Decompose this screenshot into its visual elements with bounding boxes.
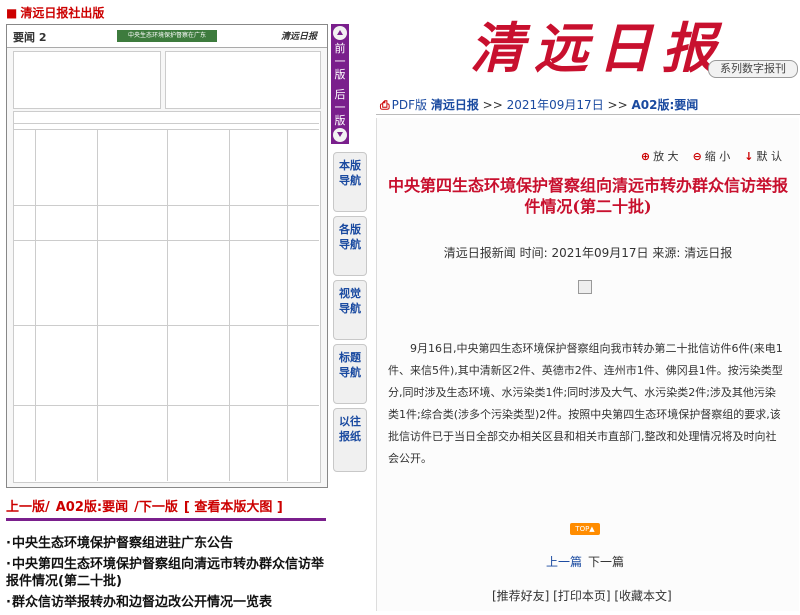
nav-this-page-button[interactable]: 本版导航 <box>333 152 367 212</box>
broken-image-icon <box>578 280 592 294</box>
zoom-out-icon: ⊖ <box>692 150 702 163</box>
page-switch-strip: 前一版 后一版 <box>331 24 349 144</box>
default-size-icon: ↓ <box>744 150 754 163</box>
paper-column <box>165 51 321 109</box>
site-name: 清远日报社出版 <box>6 4 104 21</box>
next-article-link[interactable]: 下一篇 <box>588 555 624 569</box>
next-edition-link[interactable]: /下一版 <box>134 500 178 515</box>
paper-header: 要闻 2 中央生态环境保护督察在广东 清远日报 <box>7 25 327 48</box>
paper-link[interactable]: 清远日报 <box>431 98 479 112</box>
prev-page-link[interactable]: 前一版 <box>333 42 347 81</box>
article-actions[interactable]: [推荐好友] [打印本页] [收藏本文] <box>492 587 672 604</box>
divider <box>376 114 800 115</box>
masthead-logo: 清远日报 <box>470 16 726 80</box>
series-digital-tab[interactable]: 系列数字报刊 <box>708 60 798 78</box>
breadcrumb: ⎙ PDF版 清远日报 >> 2021年09月17日 >> A02版:要闻 <box>380 98 699 112</box>
edition-page-link[interactable]: A02版:要闻 <box>56 500 128 515</box>
text-size-tools: ⊕ 放 大 ⊖ 缩 小 ↓ 默 认 <box>641 148 782 164</box>
paper-section-label: 要闻 2 <box>13 31 47 44</box>
prev-page-arrow-icon[interactable] <box>333 26 347 40</box>
article-pager: 上一篇 下一篇 <box>546 553 624 570</box>
list-item[interactable]: 中央第四生态环境保护督察组向清远市转办群众信访举报件情况(第二十批) <box>6 556 326 590</box>
back-to-top-button[interactable]: TOP▲ <box>570 523 600 535</box>
paper-logo: 清远日报 <box>280 32 317 42</box>
newspaper-page-image[interactable]: 要闻 2 中央生态环境保护督察在广东 清远日报 <box>6 24 328 488</box>
date-link[interactable]: 2021年09月17日 <box>507 98 604 112</box>
nav-title-button[interactable]: 标题导航 <box>333 344 367 404</box>
paper-headline-band: 中央生态环境保护督察在广东 <box>117 30 217 42</box>
pdf-icon[interactable]: ⎙ <box>380 98 390 112</box>
view-large-link[interactable]: [ 查看本版大图 ] <box>184 500 283 515</box>
prev-article-link[interactable]: 上一篇 <box>546 555 582 569</box>
article-meta: 清远日报新闻 时间: 2021年09月17日 来源: 清远日报 <box>443 246 733 260</box>
zoom-out-button[interactable]: ⊖ 缩 小 <box>693 148 731 164</box>
page-link[interactable]: A02版:要闻 <box>631 98 698 112</box>
next-page-link[interactable]: 后一版 <box>333 88 347 127</box>
default-size-button[interactable]: ↓ 默 认 <box>744 148 782 164</box>
paper-column <box>13 51 161 109</box>
article-list: 中央生态环境保护督察组进驻广东公告 中央第四生态环境保护督察组向清远市转办群众信… <box>6 535 326 615</box>
zoom-in-button[interactable]: ⊕ 放 大 <box>641 148 679 164</box>
list-item[interactable]: 群众信访举报转办和边督边改公开情况一览表 <box>6 594 326 611</box>
list-item[interactable]: 中央生态环境保护督察组进驻广东公告 <box>6 535 326 552</box>
prev-edition-link[interactable]: 上一版/ <box>6 500 50 515</box>
zoom-in-icon: ⊕ <box>640 150 651 163</box>
next-page-arrow-icon[interactable] <box>333 128 347 142</box>
article-body: 9月16日,中央第四生态环境保护督察组向我市转办第二十批信访件6件(来电1件、来… <box>388 342 783 465</box>
article-title: 中央第四生态环境保护督察组向清远市转办群众信访举报件情况(第二十批) <box>387 176 788 216</box>
pdf-link[interactable]: PDF版 <box>392 98 427 112</box>
page-pager-bar: 上一版/A02版:要闻/下一版 [ 查看本版大图 ] <box>6 496 326 521</box>
nav-visual-button[interactable]: 视觉导航 <box>333 280 367 340</box>
nav-all-pages-button[interactable]: 各版导航 <box>333 216 367 276</box>
nav-archive-button[interactable]: 以往报纸 <box>333 408 367 472</box>
